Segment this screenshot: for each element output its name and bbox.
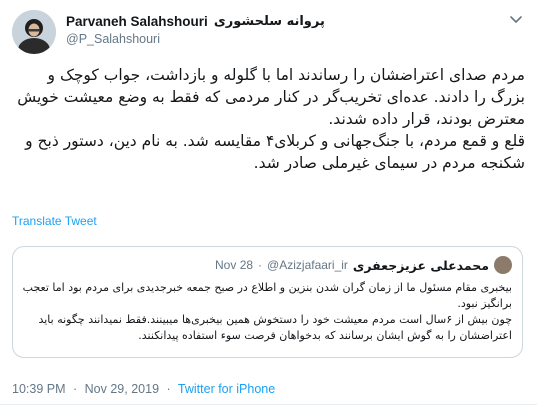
quoted-tweet-date: Nov 28 bbox=[215, 258, 254, 272]
separator-dot: · bbox=[166, 382, 171, 396]
quoted-tweet-body: بیخبری مقام مسئول ما از زمان گران شدن بن… bbox=[22, 280, 512, 344]
author-handle[interactable]: @P_Salahshouri bbox=[66, 32, 325, 46]
tweet-source-link[interactable]: Twitter for iPhone bbox=[178, 382, 275, 396]
tweet-paragraph: قلع و قمع مردم، با جنگ‌جهانی و کربلای۴ م… bbox=[25, 132, 525, 172]
avatar-image bbox=[12, 10, 56, 54]
quoted-author-handle: @Azizjafaari_ir bbox=[267, 258, 348, 272]
separator-dot: · bbox=[258, 258, 263, 272]
tweet-body: مردم صدای اعتراضشان را رساندند اما با گل… bbox=[12, 64, 525, 174]
divider bbox=[0, 404, 537, 405]
quoted-paragraph: بیخبری مقام مسئول ما از زمان گران شدن بن… bbox=[22, 281, 512, 310]
author-avatar[interactable] bbox=[12, 10, 56, 54]
tweet-header: Parvaneh Salahshouri پروانه سلحشوری @P_S… bbox=[12, 10, 525, 54]
translate-tweet-link[interactable]: Translate Tweet bbox=[12, 214, 97, 228]
separator-dot: · bbox=[73, 382, 78, 396]
tweet-meta: 10:39 PM · Nov 29, 2019 · Twitter for iP… bbox=[12, 382, 275, 396]
quoted-paragraph: چون بیش از ۶سال است مردم معیشت خود را دس… bbox=[38, 313, 512, 342]
chevron-down-icon[interactable] bbox=[507, 10, 525, 28]
author-names: Parvaneh Salahshouri پروانه سلحشوری @P_S… bbox=[66, 14, 325, 46]
author-display-name[interactable]: Parvaneh Salahshouri bbox=[66, 14, 208, 29]
quoted-author-name: محمدعلی عزیزجعفری bbox=[352, 257, 489, 273]
tweet-time[interactable]: 10:39 PM bbox=[12, 382, 66, 396]
tweet-paragraph: مردم صدای اعتراضشان را رساندند اما با گل… bbox=[17, 66, 525, 128]
author-display-name-fa[interactable]: پروانه سلحشوری bbox=[214, 14, 325, 29]
quoted-tweet[interactable]: محمدعلی عزیزجعفری @Azizjafaari_ir · Nov … bbox=[12, 246, 523, 358]
quoted-author-avatar bbox=[494, 256, 512, 274]
tweet-date[interactable]: Nov 29, 2019 bbox=[85, 382, 159, 396]
quoted-tweet-header: محمدعلی عزیزجعفری @Azizjafaari_ir · Nov … bbox=[215, 256, 512, 274]
